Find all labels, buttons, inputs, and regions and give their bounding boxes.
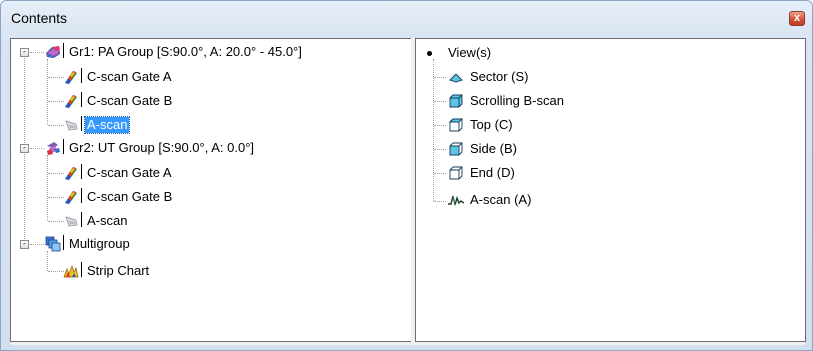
close-button[interactable]: x	[789, 11, 805, 26]
cube-icon	[449, 94, 463, 108]
tree-line	[48, 271, 64, 272]
tree-node-label: Sector (S)	[470, 69, 529, 84]
tree-line	[47, 251, 48, 271]
ut-group-icon	[47, 142, 60, 155]
cube-icon	[449, 142, 463, 156]
tree-node-label: A-scan	[87, 213, 128, 228]
separator	[63, 43, 64, 58]
cscan-icon	[65, 191, 77, 204]
tree-node-label: Top (C)	[470, 117, 513, 132]
tree-line	[434, 149, 446, 150]
separator	[81, 262, 82, 277]
separator	[81, 188, 82, 203]
tree-line	[434, 125, 446, 126]
ascan-icon	[65, 216, 78, 227]
group-tree: - Gr1: PA Group [S:90.0°, A: 20.0° - 45.…	[11, 39, 411, 341]
collapse-toggle[interactable]: -	[20, 144, 29, 153]
tree-line	[48, 77, 64, 78]
bullet-icon	[427, 51, 432, 56]
separator	[81, 68, 82, 83]
tree-line	[433, 59, 434, 201]
status-edge	[10, 342, 805, 345]
separator	[81, 92, 82, 107]
multigroup-icon	[45, 236, 61, 252]
cscan-icon	[65, 95, 77, 108]
tree-line	[434, 201, 446, 202]
tree-line	[48, 101, 64, 102]
separator	[63, 139, 64, 154]
cube-icon	[448, 118, 464, 132]
tree-node-label-selected: A-scan	[83, 116, 131, 134]
views-tree-pane[interactable]: View(s) Sector (S) Scrolling B-scan Top …	[415, 38, 806, 342]
views-tree: View(s) Sector (S) Scrolling B-scan Top …	[416, 39, 805, 341]
strip-chart-icon	[63, 264, 79, 278]
tree-node-label: C-scan Gate B	[87, 93, 173, 108]
tree-node-label: Gr1: PA Group [S:90.0°, A: 20.0° - 45.0°…	[69, 44, 302, 59]
collapse-toggle[interactable]: -	[20, 48, 29, 57]
tree-node-label: View(s)	[448, 45, 492, 60]
cube-icon	[449, 166, 463, 180]
tree-line	[30, 244, 44, 245]
waveform-icon	[448, 195, 464, 206]
tree-line	[434, 77, 446, 78]
close-icon: x	[793, 12, 801, 24]
tree-line	[30, 52, 44, 53]
ascan-icon	[65, 120, 78, 131]
contents-window: Contents x - Gr1: PA Group [S:90.0°, A: …	[0, 0, 813, 351]
tree-node-label: C-scan Gate A	[87, 69, 172, 84]
tree-node-label: A-scan (A)	[470, 192, 532, 207]
cscan-icon	[65, 71, 77, 84]
collapse-toggle[interactable]: -	[20, 240, 29, 249]
tree-node-label: C-scan Gate A	[87, 165, 172, 180]
tree-node-label: Side (B)	[470, 141, 517, 156]
tree-node-label: Scrolling B-scan	[470, 93, 564, 108]
tree-line	[434, 173, 446, 174]
cscan-icon	[65, 167, 77, 180]
separator	[81, 212, 82, 227]
tree-line	[48, 221, 64, 222]
separator	[81, 164, 82, 179]
tree-node-label: Strip Chart	[87, 263, 150, 278]
separator	[81, 116, 82, 131]
tree-line	[47, 155, 48, 221]
tree-line	[30, 148, 44, 149]
window-title: Contents	[11, 10, 68, 26]
tree-line	[48, 173, 64, 174]
pa-group-icon	[46, 46, 60, 58]
separator	[63, 235, 64, 250]
tree-line	[48, 197, 64, 198]
tree-node-label: End (D)	[470, 165, 515, 180]
tree-node-label: Multigroup	[69, 236, 130, 251]
tree-line	[48, 125, 64, 126]
sector-view-icon	[449, 73, 463, 83]
title-bar[interactable]: Contents x	[1, 1, 812, 35]
tree-line	[434, 101, 446, 102]
tree-node-label: Gr2: UT Group [S:90.0°, A: 0.0°]	[69, 140, 255, 155]
tree-line	[47, 59, 48, 125]
group-tree-pane[interactable]: - Gr1: PA Group [S:90.0°, A: 20.0° - 45.…	[10, 38, 412, 342]
tree-node-label: C-scan Gate B	[87, 189, 173, 204]
